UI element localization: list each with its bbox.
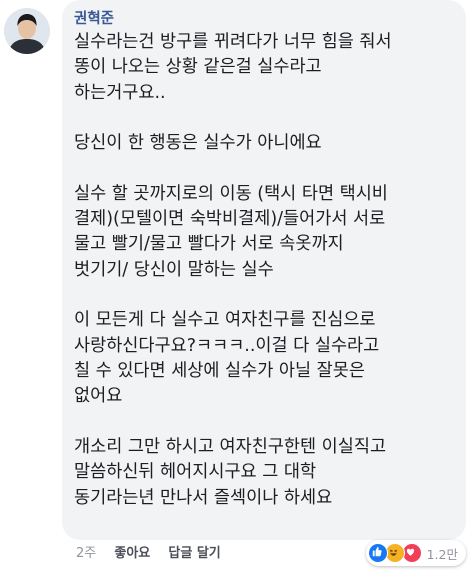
avatar-photo [4,8,50,54]
comment-timestamp[interactable]: 2주 [76,546,96,561]
like-icon [367,543,388,563]
comment-line: 없어요 [74,386,123,407]
comment-line: 당신이 한 행동은 실수가 아니에요 [74,133,322,154]
comment-line: 결제)(모텔이면 숙박비결제)/들어가서 서로 [74,209,386,230]
comment-line: 사랑하신다구요?ㅋㅋㅋ..이걸 다 실수라고 [74,335,380,356]
comment-line: 하는거구요.. [74,82,166,103]
comment-line: 실수 할 곳까지로의 이동 (택시 타면 택시비 [74,183,388,204]
reaction-count: 1.2만 [426,546,458,562]
like-link[interactable]: 좋아요 [114,546,150,561]
comment-line: 이 모든게 다 실수고 여자친구를 진심으로 [74,310,376,331]
author-name[interactable]: 권혁준 [74,10,452,30]
reaction-summary[interactable]: 1.2만 [365,540,466,566]
comment-line: 말씀하신뒤 헤어지시구요 그 대학 [74,462,317,483]
comment-line: 벗기기/ 당신이 말하는 실수 [74,259,274,280]
comment-line: 똥이 나오는 상황 같은걸 실수라고 [74,57,322,78]
author-avatar[interactable] [4,8,50,54]
comment-text: 실수라는건 방구를 뀌려다가 너무 힘을 줘서똥이 나오는 상황 같은걸 실수라… [74,30,452,511]
reply-link[interactable]: 답글 달기 [168,546,220,561]
comment-line: 개소리 그만 하시고 여자친구한텐 이실직고 [74,436,387,457]
comment-line: 동기라는년 만나서 즐섹이나 하세요 [74,487,333,508]
love-icon [401,543,422,563]
comment-line: 칠 수 있다면 세상에 실수가 아닐 잘못은 [74,361,365,382]
comment-meta: 2주 좋아요 답글 달기 [76,544,235,564]
comment-line: 물고 빨기/물고 빨다가 서로 속옷까지 [74,234,344,255]
comment-line: 실수라는건 방구를 뀌려다가 너무 힘을 줘서 [74,32,392,52]
haha-icon [384,543,405,563]
comment-bubble: 권혁준 실수라는건 방구를 뀌려다가 너무 힘을 줘서똥이 나오는 상황 같은걸… [62,0,466,540]
